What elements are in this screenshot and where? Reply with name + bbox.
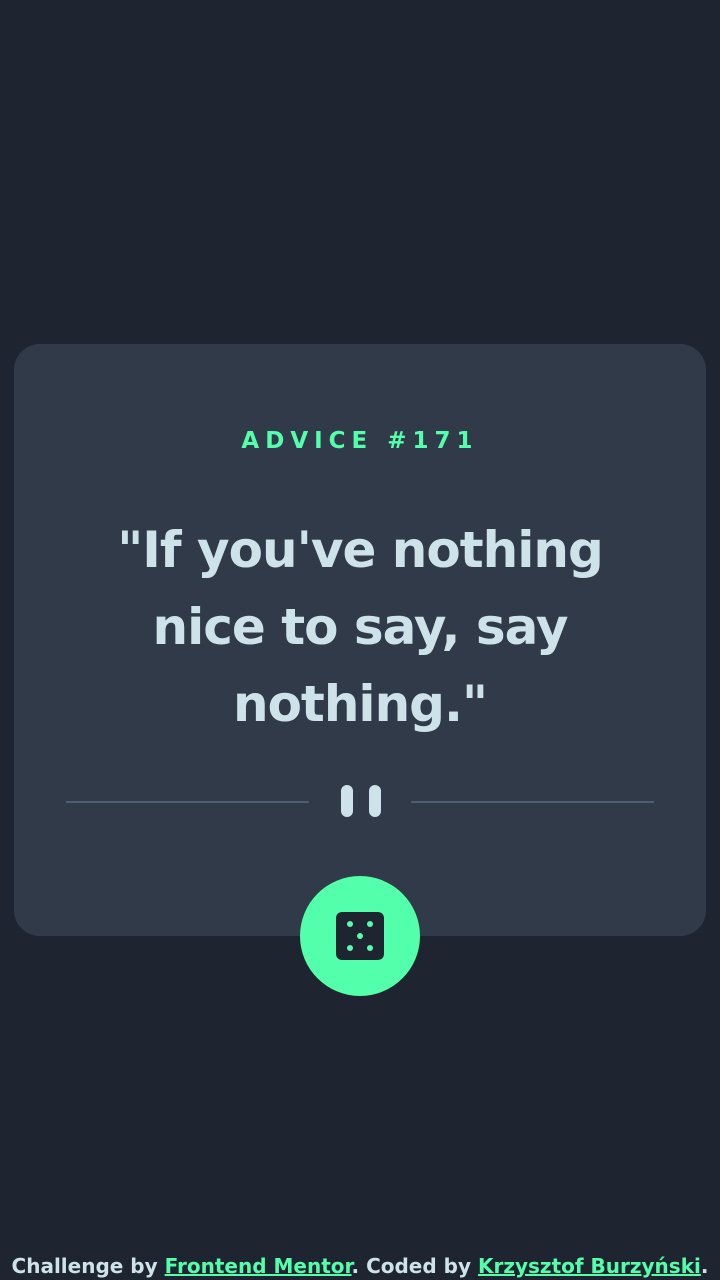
frontend-mentor-link[interactable]: Frontend Mentor	[165, 1254, 352, 1278]
pause-icon	[341, 785, 381, 817]
author-link[interactable]: Krzysztof Burzyński	[478, 1254, 701, 1278]
dice-icon	[336, 912, 384, 960]
attribution-suffix: .	[700, 1254, 709, 1278]
divider-line-right	[411, 801, 654, 803]
attribution-prefix: Challenge by	[11, 1254, 165, 1278]
attribution-middle: . Coded by	[351, 1254, 478, 1278]
divider-line-left	[66, 801, 309, 803]
attribution: Challenge by Frontend Mentor. Coded by K…	[0, 1252, 720, 1280]
new-advice-button[interactable]	[300, 876, 420, 996]
advice-page: ADVICE #171 "If you've nothing nice to s…	[0, 0, 720, 1280]
pause-bar-right	[369, 785, 381, 817]
advice-quote: "If you've nothing nice to say, say noth…	[117, 521, 604, 733]
advice-id: ADVICE #171	[241, 428, 479, 454]
pause-bar-left	[341, 785, 353, 817]
